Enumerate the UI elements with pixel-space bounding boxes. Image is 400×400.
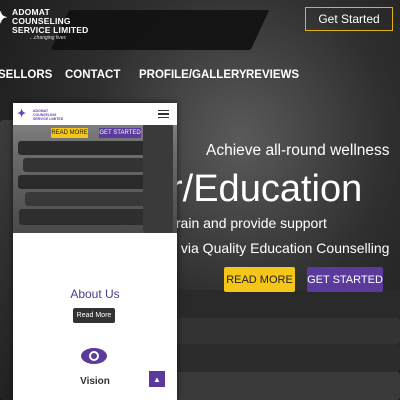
background-book	[150, 290, 400, 318]
background-book	[160, 318, 400, 344]
hero-text-line: s via Quality Education Counselling	[170, 240, 390, 256]
hero-headline: r/Education	[170, 168, 363, 210]
mobile-get-started-button[interactable]: GET STARTED	[99, 128, 141, 138]
brand-logo[interactable]: ✦ ADOMAT COUNSELING SERVICE LIMITED ...c…	[0, 2, 90, 42]
about-us-heading: About Us	[70, 287, 120, 301]
hero-text-line: train and provide support	[172, 215, 327, 231]
read-more-button[interactable]: READ MORE	[224, 267, 295, 292]
nav-item-sellors[interactable]: SELLORS	[0, 69, 52, 81]
scroll-to-top-button[interactable]: ▲	[149, 371, 165, 387]
mobile-book	[23, 158, 163, 172]
hamburger-menu-icon[interactable]	[158, 110, 169, 118]
mobile-preview: ✦ ADOMAT COUNSELING SERVICE LIMITED READ…	[13, 103, 177, 400]
hero-get-started-button[interactable]: GET STARTED	[307, 267, 383, 292]
brand-name: ADOMAT COUNSELING SERVICE LIMITED	[12, 8, 89, 35]
mobile-brand-name: ADOMAT COUNSELING SERVICE LIMITED	[33, 109, 63, 121]
chevron-up-icon: ▲	[153, 374, 161, 384]
brand-tagline: ...changing lives	[30, 35, 66, 41]
hero-subtitle: Achieve all-round wellness	[206, 142, 390, 159]
mobile-logo-icon[interactable]: ✦	[17, 107, 31, 121]
logo-icon: ✦	[0, 10, 8, 27]
nav-item-contact[interactable]: CONTACT	[65, 69, 120, 81]
mobile-brand-line: SERVICE LIMITED	[33, 117, 64, 121]
about-read-more-button[interactable]: Read More	[73, 308, 115, 323]
nav-item-reviews[interactable]: REVIEWS	[246, 69, 299, 81]
mobile-book	[143, 123, 173, 233]
mobile-header: ✦ ADOMAT COUNSELING SERVICE LIMITED	[13, 103, 177, 125]
brand-line: SERVICE LIMITED	[12, 25, 89, 35]
eye-icon	[81, 348, 107, 364]
get-started-button[interactable]: Get Started	[305, 7, 393, 31]
background-book	[165, 344, 400, 372]
background-book	[170, 372, 400, 400]
mobile-read-more-button[interactable]: READ MORE	[51, 128, 88, 138]
nav-item-profile-gallery[interactable]: PROFILE/GALLERY	[139, 69, 247, 81]
